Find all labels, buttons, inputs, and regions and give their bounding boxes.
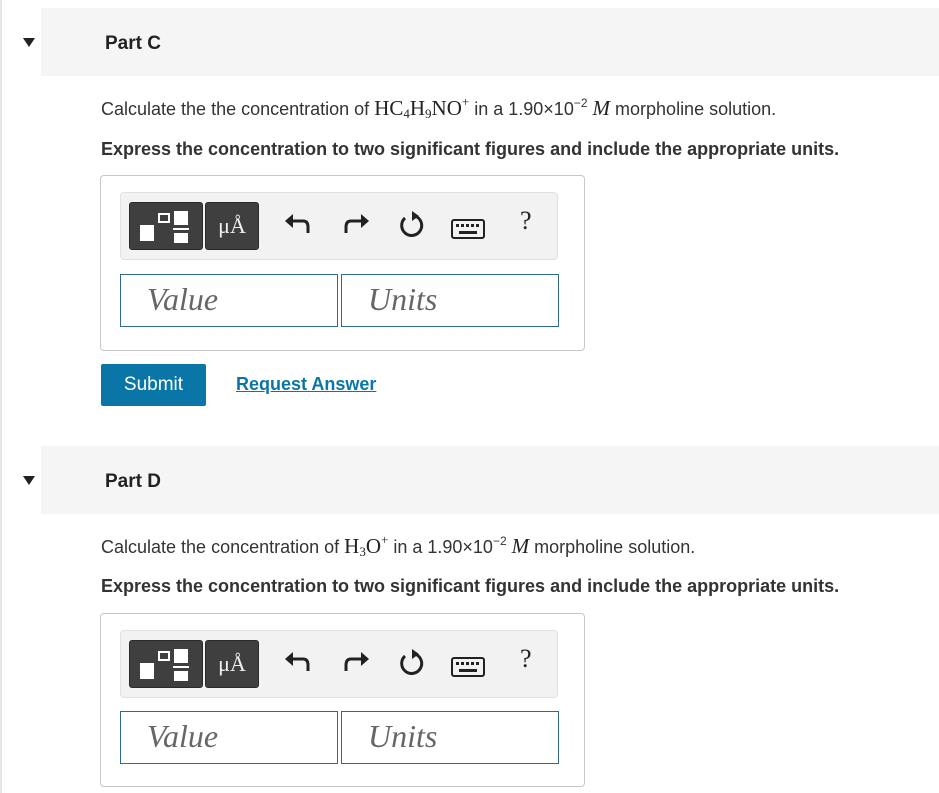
math-toolbar: μÅ ? — [120, 192, 558, 260]
caret-down-icon[interactable] — [23, 476, 35, 485]
redo-icon[interactable] — [339, 209, 373, 243]
part-c-question: Calculate the the concentration of HC4H9… — [101, 94, 777, 122]
part-d-header[interactable]: Part D — [23, 446, 939, 514]
chemical-formula: HC4H9NO+ — [374, 94, 470, 121]
left-border — [0, 0, 2, 793]
part-d-instruction: Express the concentration to two signifi… — [101, 576, 840, 596]
undo-icon[interactable] — [281, 647, 315, 681]
units-button[interactable]: μÅ — [205, 640, 259, 688]
molarity-symbol: M — [592, 96, 611, 120]
help-icon[interactable]: ? — [520, 644, 532, 674]
request-answer-link[interactable]: Request Answer — [236, 374, 376, 395]
part-c-instruction: Express the concentration to two signifi… — [101, 139, 840, 159]
submit-button[interactable]: Submit — [101, 364, 206, 406]
question-text-end: morpholine solution. — [610, 99, 777, 119]
reset-icon[interactable] — [395, 647, 429, 681]
units-button[interactable]: μÅ — [205, 202, 259, 250]
keyboard-icon[interactable] — [451, 651, 485, 685]
part-c-title: Part C — [105, 33, 161, 54]
templates-button[interactable] — [129, 202, 203, 250]
question-text-end: morpholine solution. — [529, 537, 696, 557]
molarity-symbol: M — [511, 534, 530, 558]
part-c-header[interactable]: Part C — [23, 8, 939, 76]
units-input[interactable]: Units — [341, 274, 559, 327]
part-d-question: Calculate the concentration of H3O+ in a… — [101, 532, 696, 560]
keyboard-icon[interactable] — [451, 213, 485, 247]
part-c-answer-box: μÅ ? Value Units — [100, 175, 585, 351]
value-input[interactable]: Value — [120, 274, 338, 327]
caret-down-icon[interactable] — [23, 38, 35, 47]
chemical-formula: H3O+ — [344, 532, 389, 559]
redo-icon[interactable] — [339, 647, 373, 681]
concentration-exponent: −2 — [492, 534, 507, 548]
question-text: Calculate the concentration of — [101, 537, 345, 557]
concentration-value: in a 1.90×10 — [469, 99, 574, 119]
math-toolbar: μÅ ? — [120, 630, 558, 698]
templates-icon — [140, 663, 154, 679]
value-input[interactable]: Value — [120, 711, 338, 764]
templates-icon — [140, 225, 154, 241]
help-icon[interactable]: ? — [520, 206, 532, 236]
units-input[interactable]: Units — [341, 711, 559, 764]
templates-button[interactable] — [129, 640, 203, 688]
concentration-value: in a 1.90×10 — [388, 537, 493, 557]
part-d-answer-box: μÅ ? Value Units — [100, 613, 585, 787]
part-d-title: Part D — [105, 471, 161, 492]
undo-icon[interactable] — [281, 209, 315, 243]
reset-icon[interactable] — [395, 209, 429, 243]
concentration-exponent: −2 — [573, 96, 588, 110]
question-text: Calculate the the concentration of — [101, 99, 375, 119]
